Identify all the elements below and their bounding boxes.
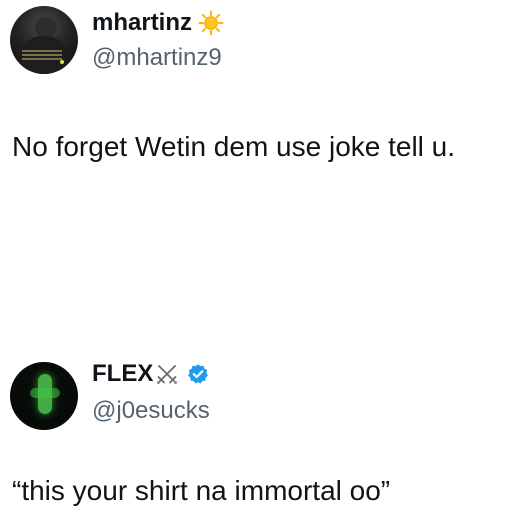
display-name[interactable]: FLEX bbox=[92, 360, 153, 388]
tweet-text: “this your shirt na immortal oo” bbox=[12, 475, 391, 506]
author-name-row[interactable]: FLEX bbox=[92, 357, 209, 391]
crossed-swords-icon bbox=[155, 362, 179, 386]
tweet-card-flex[interactable]: FLEX @j0esucks “this your shirt na immor… bbox=[0, 340, 526, 526]
verified-badge-icon[interactable] bbox=[187, 363, 209, 385]
handle[interactable]: @mhartinz9 bbox=[92, 44, 222, 72]
avatar-body bbox=[20, 36, 68, 74]
author-name-row[interactable]: mhartinz bbox=[92, 6, 224, 40]
tweet-card-mhartinz[interactable]: mhartinz @mhartinz9 No forget Wetin dem … bbox=[0, 0, 526, 340]
avatar[interactable] bbox=[10, 6, 78, 74]
display-name[interactable]: mhartinz bbox=[92, 9, 192, 37]
avatar-dot bbox=[60, 60, 64, 64]
avatar-figure-arms bbox=[30, 388, 60, 398]
avatar[interactable] bbox=[10, 362, 78, 430]
handle[interactable]: @j0esucks bbox=[92, 397, 210, 425]
tweet-text: No forget Wetin dem use joke tell u. bbox=[12, 131, 456, 162]
sun-icon bbox=[198, 10, 224, 36]
avatar-caption-lines bbox=[22, 50, 62, 52]
